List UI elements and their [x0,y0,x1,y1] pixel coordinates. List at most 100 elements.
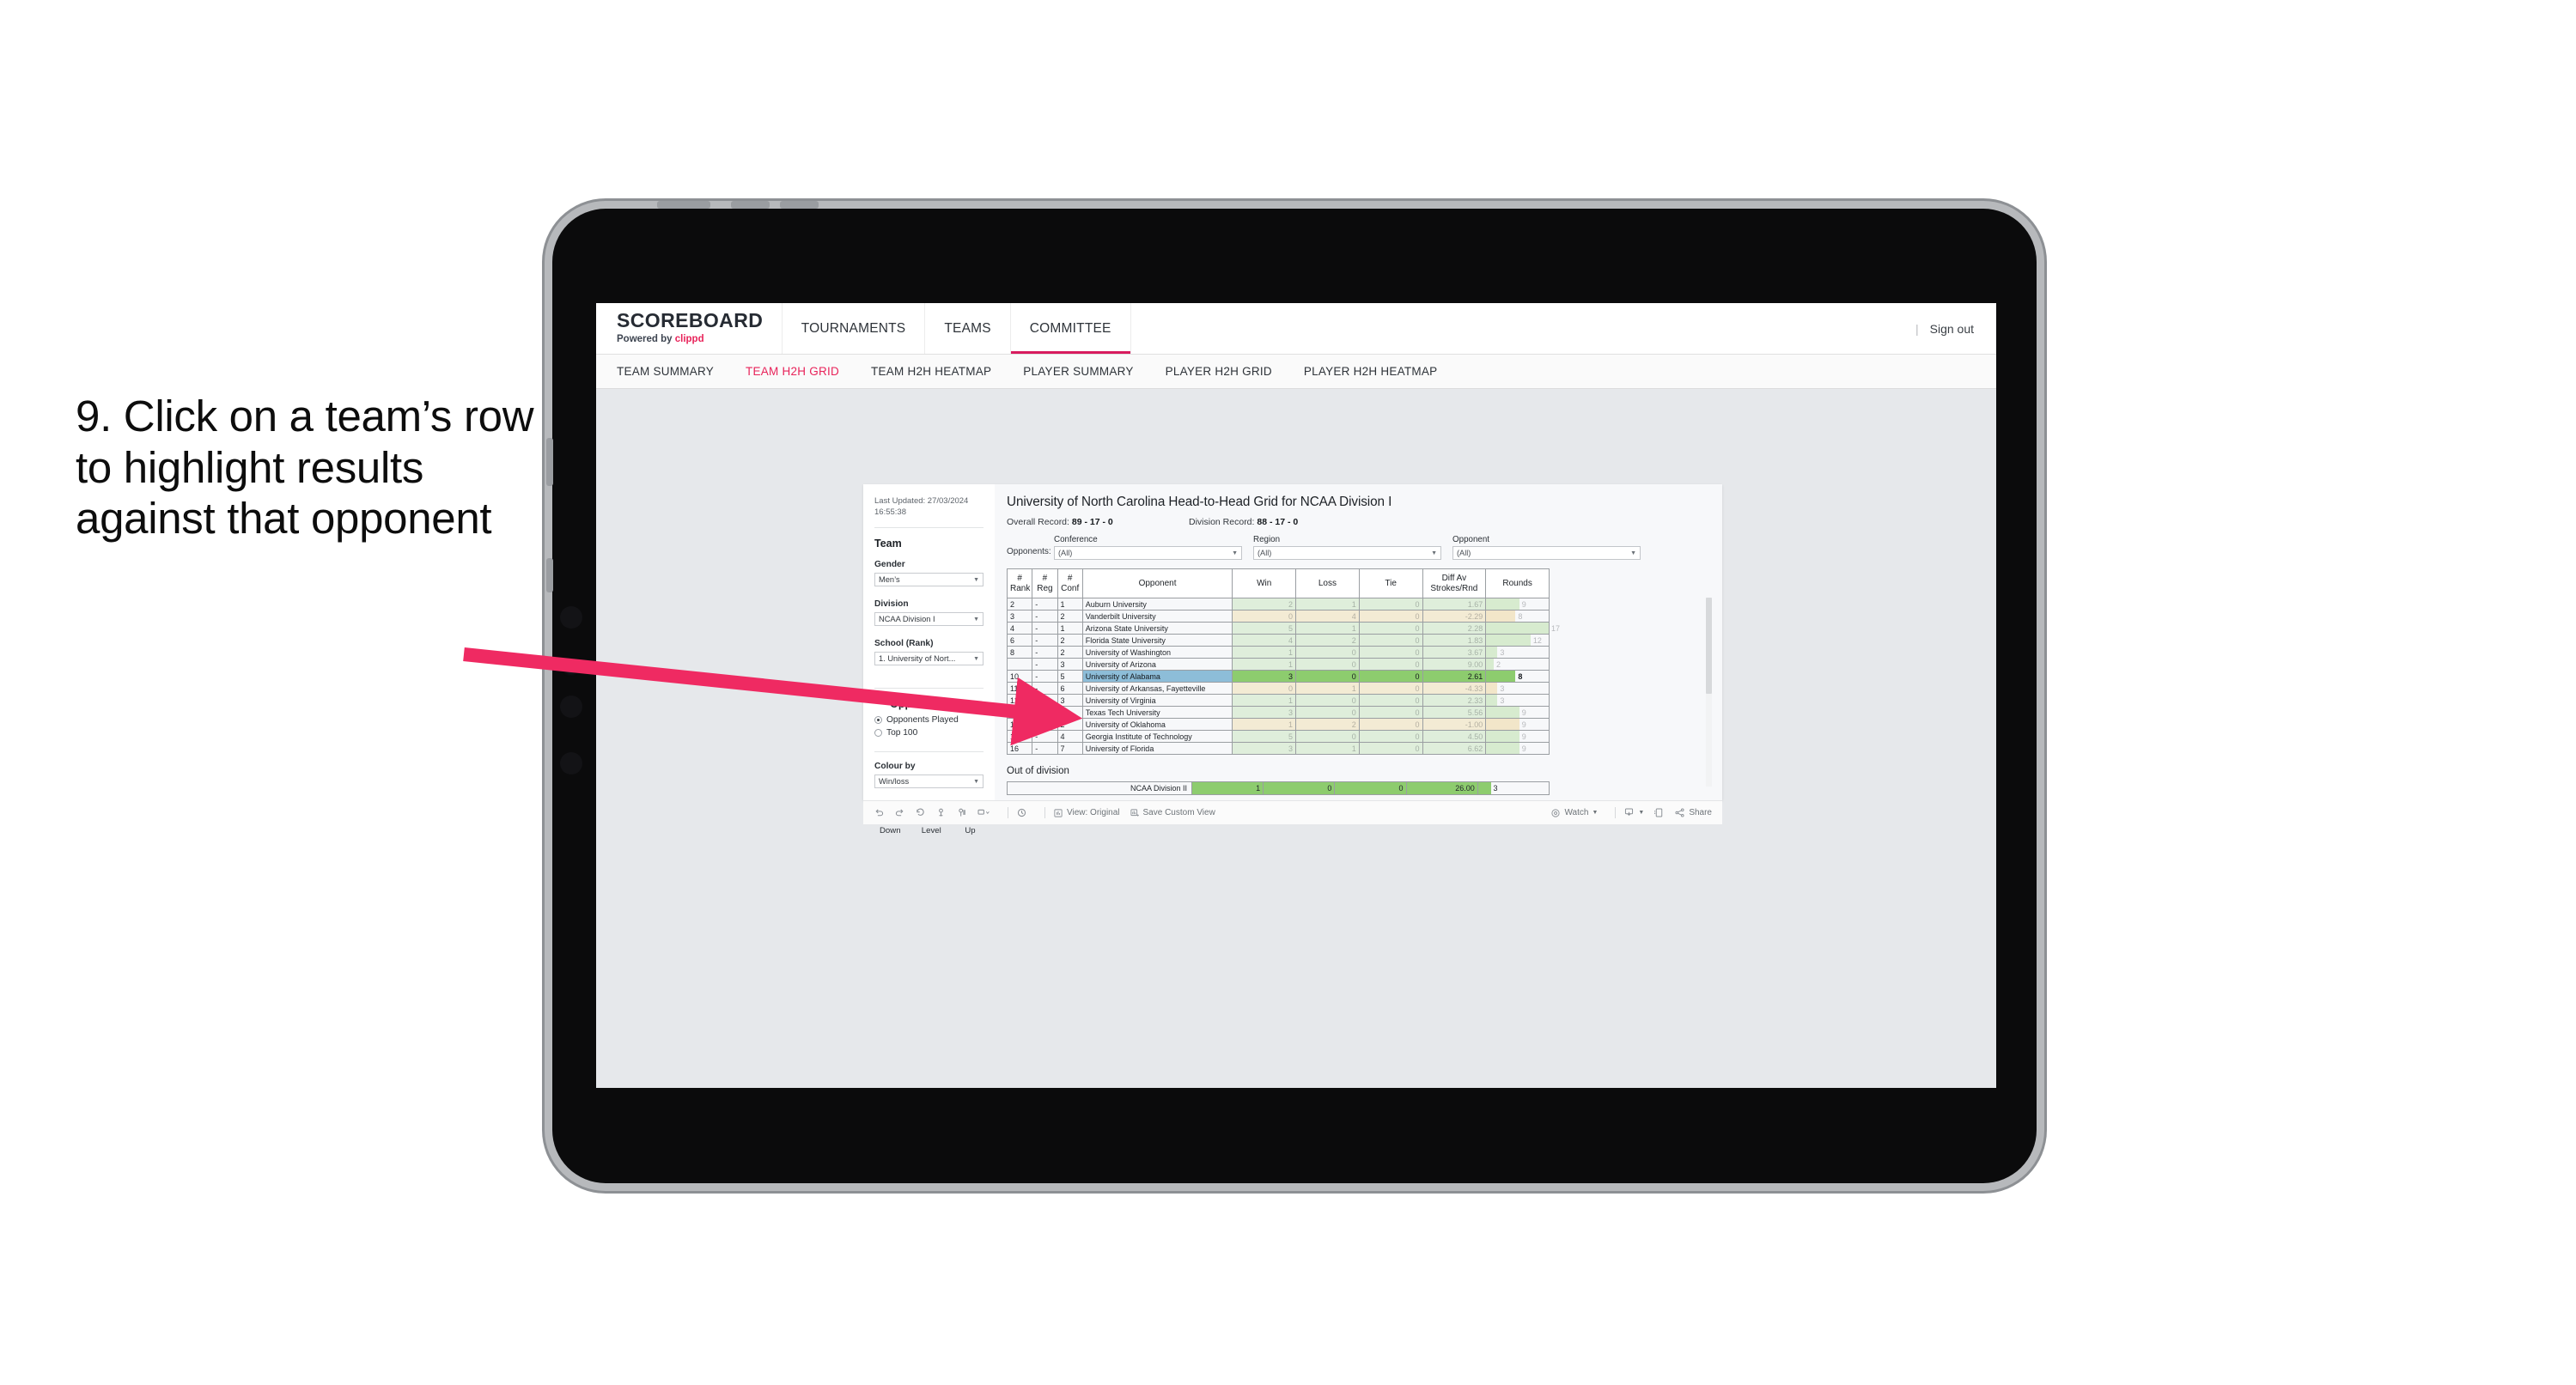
filter-opponent: Opponent (All) ▼ [1452,535,1641,560]
device-top-button-1 [657,201,710,209]
table-row[interactable]: 13-1 Texas Tech University 3 0 0 5.56 9 [1006,706,1550,719]
cell-diff: 4.50 [1422,730,1487,743]
subnav-player-h2h-grid[interactable]: PLAYER H2H GRID [1166,365,1272,378]
rounds-bar [1486,610,1516,622]
nav-committee[interactable]: COMMITTEE [1010,303,1131,354]
subnav-team-h2h-grid[interactable]: TEAM H2H GRID [746,365,839,378]
table-row[interactable]: 2-1 Auburn University 2 1 0 1.67 9 [1006,598,1550,610]
division-select[interactable]: NCAA Division I ▼ [874,612,984,627]
chevron-down-icon: ▼ [973,616,979,623]
sidebar-divider-2 [874,688,984,689]
table-row[interactable]: 3-2 Vanderbilt University 0 4 0 -2.29 8 [1006,610,1550,623]
table-row[interactable]: -3 University of Arizona 1 0 0 9.00 2 [1006,658,1550,671]
viz-bottom-toolbar: View: Original Save Custom View Watch ▼ [863,800,1722,824]
col-header-conf: # Conf [1057,568,1083,598]
opponent-view-heading: Opponent View [890,698,968,711]
filter-region-label: Region [1253,535,1281,544]
watch-label: Watch [1564,808,1589,817]
main-panel: University of North Carolina Head-to-Hea… [995,484,1722,800]
history-icon[interactable] [1016,807,1027,818]
table-row[interactable]: 12-3 University of Virginia 1 0 0 2.33 3 [1006,694,1550,707]
rounds-label: 9 [1521,599,1526,609]
out-of-division-row[interactable]: NCAA Division II 1 0 0 26.00 3 [1007,781,1550,795]
cell-rounds: 9 [1485,742,1550,755]
division-select-value: NCAA Division I [879,615,935,624]
gender-label: Gender [874,560,905,570]
rounds-label: 3 [1500,683,1505,693]
cell-reg: - [1032,742,1058,755]
revert-icon[interactable] [915,807,926,818]
cell-rounds: 9 [1485,730,1550,743]
filter-region-select[interactable]: (All) ▼ [1253,546,1441,560]
cell-conf: 1 [1057,598,1083,610]
gender-select[interactable]: Men’s ▼ [874,573,984,587]
cell-loss: 1 [1295,622,1360,635]
undo-icon[interactable] [874,807,885,818]
table-row[interactable]: 11-6 University of Arkansas, Fayetteville… [1006,682,1550,695]
brand-logo[interactable]: SCOREBOARD Powered by clippd [596,303,783,354]
cell-loss: 0 [1295,658,1360,671]
subnav-team-summary[interactable]: TEAM SUMMARY [617,365,714,378]
division-label: Division [874,599,909,610]
table-row[interactable]: 16-7 University of Florida 3 1 0 6.62 9 [1006,742,1550,755]
radio-top-100[interactable]: Top 100 [874,728,984,738]
school-rank-select-value: 1. University of Nort... [879,654,956,664]
view-original-label: View: Original [1067,808,1120,817]
table-row[interactable]: 6-2 Florida State University 4 2 0 1.83 12 [1006,634,1550,647]
watch-button[interactable]: Watch ▼ [1550,808,1598,818]
download-button[interactable]: ▼ [1623,807,1644,818]
save-custom-view-button[interactable]: Save Custom View [1130,808,1215,818]
table-row[interactable]: 14-2 University of Oklahoma 1 2 0 -1.00 9 [1006,718,1550,731]
shape-icon[interactable] [977,807,990,818]
cell-tie: 0 [1358,622,1423,635]
table-row[interactable]: 10-5 University of Alabama 3 0 0 2.61 8 [1006,670,1550,683]
colour-by-select[interactable]: Win/loss ▼ [874,775,984,789]
filter-conference-select[interactable]: (All) ▼ [1054,546,1242,560]
table-row[interactable]: 4-1 Arizona State University 5 1 0 2.28 17 [1006,622,1560,635]
school-rank-select[interactable]: 1. University of Nort... ▼ [874,652,984,666]
table-row[interactable]: 15-4 Georgia Institute of Technology 5 0 0 4.… [1006,730,1550,743]
fullscreen-button[interactable] [1653,807,1665,818]
rounds-bar [1486,719,1519,730]
nav-tournaments[interactable]: TOURNAMENTS [783,303,926,354]
cell-rounds: 9 [1485,598,1550,610]
pause-auto-update-icon[interactable] [956,807,967,818]
col-header-rank: # Rank [1006,568,1033,598]
rounds-label: 2 [1495,659,1501,669]
nav-teams[interactable]: TEAMS [925,303,1011,354]
chevron-down-icon: ▼ [1232,550,1238,556]
cell-tie: 0 [1358,646,1423,659]
cell-diff: 1.83 [1422,634,1487,647]
division-record: Division Record: 88 - 17 - 0 [1189,517,1298,527]
subnav-player-summary[interactable]: PLAYER SUMMARY [1023,365,1133,378]
cell-rank: 14 [1006,718,1033,731]
cell-reg: - [1032,598,1058,610]
cell-reg: - [1032,682,1058,695]
device-side-button-2 [546,558,553,592]
view-original-button[interactable]: View: Original [1053,808,1120,818]
dashboard-card: Last Updated: 27/03/2024 16:55:38 Team G… [863,484,1722,835]
table-row[interactable]: 8-2 University of Washington 1 0 0 3.67 3 [1006,646,1550,659]
ood-diff: 26.00 [1405,781,1478,795]
redo-icon[interactable] [894,807,905,818]
share-button[interactable]: Share [1674,807,1712,818]
radio-opponents-played[interactable]: Opponents Played [874,715,984,725]
col-header-opponent: Opponent [1081,568,1233,598]
cell-conf: 2 [1057,718,1083,731]
device-side-button-1 [546,438,553,486]
filter-opponent-select[interactable]: (All) ▼ [1452,546,1641,560]
refresh-data-icon[interactable] [935,807,947,818]
sign-out-link[interactable]: Sign out [1930,322,1974,336]
cell-tie: 0 [1358,718,1423,731]
cell-rank: 15 [1006,730,1033,743]
subnav-team-h2h-heatmap[interactable]: TEAM H2H HEATMAP [871,365,991,378]
cell-conf: 1 [1057,706,1083,719]
grid-scrollbar-thumb[interactable] [1706,598,1712,694]
cell-opponent: Vanderbilt University [1081,610,1233,623]
cell-loss: 2 [1295,634,1360,647]
subnav-player-h2h-heatmap[interactable]: PLAYER H2H HEATMAP [1304,365,1438,378]
cell-rounds: 3 [1485,682,1550,695]
col-header-win: Win [1232,568,1297,598]
rounds-label: 9 [1521,732,1526,741]
radio-icon-unselected [874,729,882,738]
